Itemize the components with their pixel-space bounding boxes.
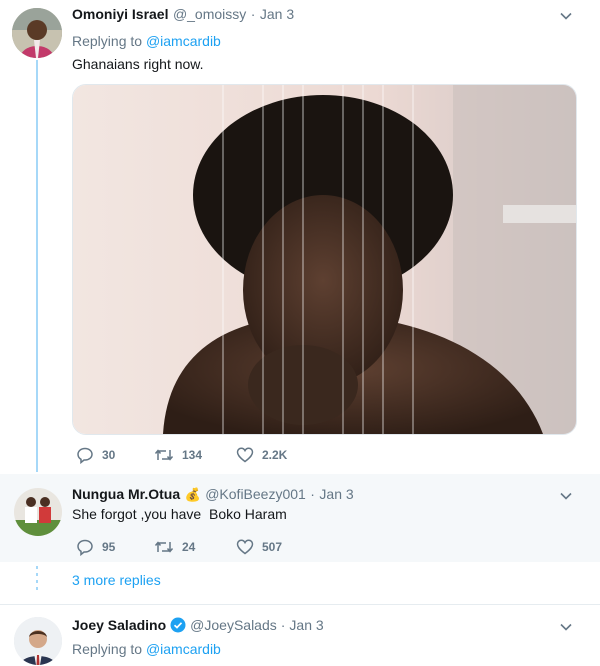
- author-name[interactable]: Nungua Mr.Otua: [72, 486, 180, 502]
- avatar[interactable]: [14, 617, 62, 665]
- reply-button[interactable]: 30: [76, 446, 154, 464]
- retweet-count: 134: [182, 448, 203, 462]
- tweet-1[interactable]: Omoniyi Israel @_omoissy · Jan 3 Replyin…: [0, 0, 600, 474]
- avatar[interactable]: [12, 8, 62, 58]
- chevron-down-icon[interactable]: [559, 489, 573, 503]
- tweet-image[interactable]: [72, 84, 577, 435]
- author-handle[interactable]: @JoeySalads: [190, 617, 277, 633]
- retweet-icon: [154, 449, 174, 461]
- reply-handle-link[interactable]: @iamcardib: [146, 641, 221, 657]
- heart-icon: [236, 539, 254, 555]
- reply-count: 95: [102, 540, 116, 554]
- tweet-text: She forgot ,you have Boko Haram: [72, 506, 287, 522]
- more-replies-link[interactable]: 3 more replies: [72, 572, 161, 588]
- retweet-icon: [154, 541, 174, 553]
- tweet-actions: 30 134 2.2K: [76, 446, 316, 464]
- chevron-down-icon[interactable]: [559, 9, 573, 23]
- reply-icon: [77, 539, 93, 556]
- retweet-button[interactable]: 24: [154, 538, 236, 556]
- tweet-date[interactable]: Jan 3: [260, 6, 294, 22]
- tweet-date[interactable]: Jan 3: [319, 486, 353, 502]
- author-handle[interactable]: @_omoissy: [173, 6, 246, 22]
- replying-to-label: Replying to: [72, 641, 143, 657]
- tweet-actions: 95 24 507: [76, 538, 316, 556]
- like-button[interactable]: 507: [236, 538, 316, 556]
- like-button[interactable]: 2.2K: [236, 446, 316, 464]
- chevron-down-icon[interactable]: [559, 620, 573, 634]
- author-name[interactable]: Omoniyi Israel: [72, 6, 168, 22]
- tweet-text: Ghanaians right now.: [72, 56, 204, 72]
- retweet-button[interactable]: 134: [154, 446, 236, 464]
- tweet-date[interactable]: Jan 3: [289, 617, 323, 633]
- reply-handle-link[interactable]: @iamcardib: [146, 33, 221, 49]
- author-name[interactable]: Joey Saladino: [72, 617, 166, 633]
- reply-count: 30: [102, 448, 116, 462]
- thread-dots: [36, 566, 38, 594]
- verified-badge-icon: [170, 617, 186, 633]
- avatar[interactable]: [14, 488, 62, 536]
- heart-icon: [236, 447, 254, 463]
- like-count: 2.2K: [262, 448, 288, 462]
- retweet-count: 24: [182, 540, 196, 554]
- reply-icon: [77, 447, 93, 464]
- money-bag-emoji: 💰: [184, 487, 201, 502]
- replying-to-label: Replying to: [72, 33, 143, 49]
- tweet-3[interactable]: Joey Saladino @JoeySalads · Jan 3 Replyi…: [0, 605, 600, 666]
- tweet-2[interactable]: Nungua Mr.Otua 💰 @KofiBeezy001 · Jan 3 S…: [0, 474, 600, 562]
- reply-button[interactable]: 95: [76, 538, 154, 556]
- author-handle[interactable]: @KofiBeezy001: [205, 486, 306, 502]
- like-count: 507: [262, 540, 283, 554]
